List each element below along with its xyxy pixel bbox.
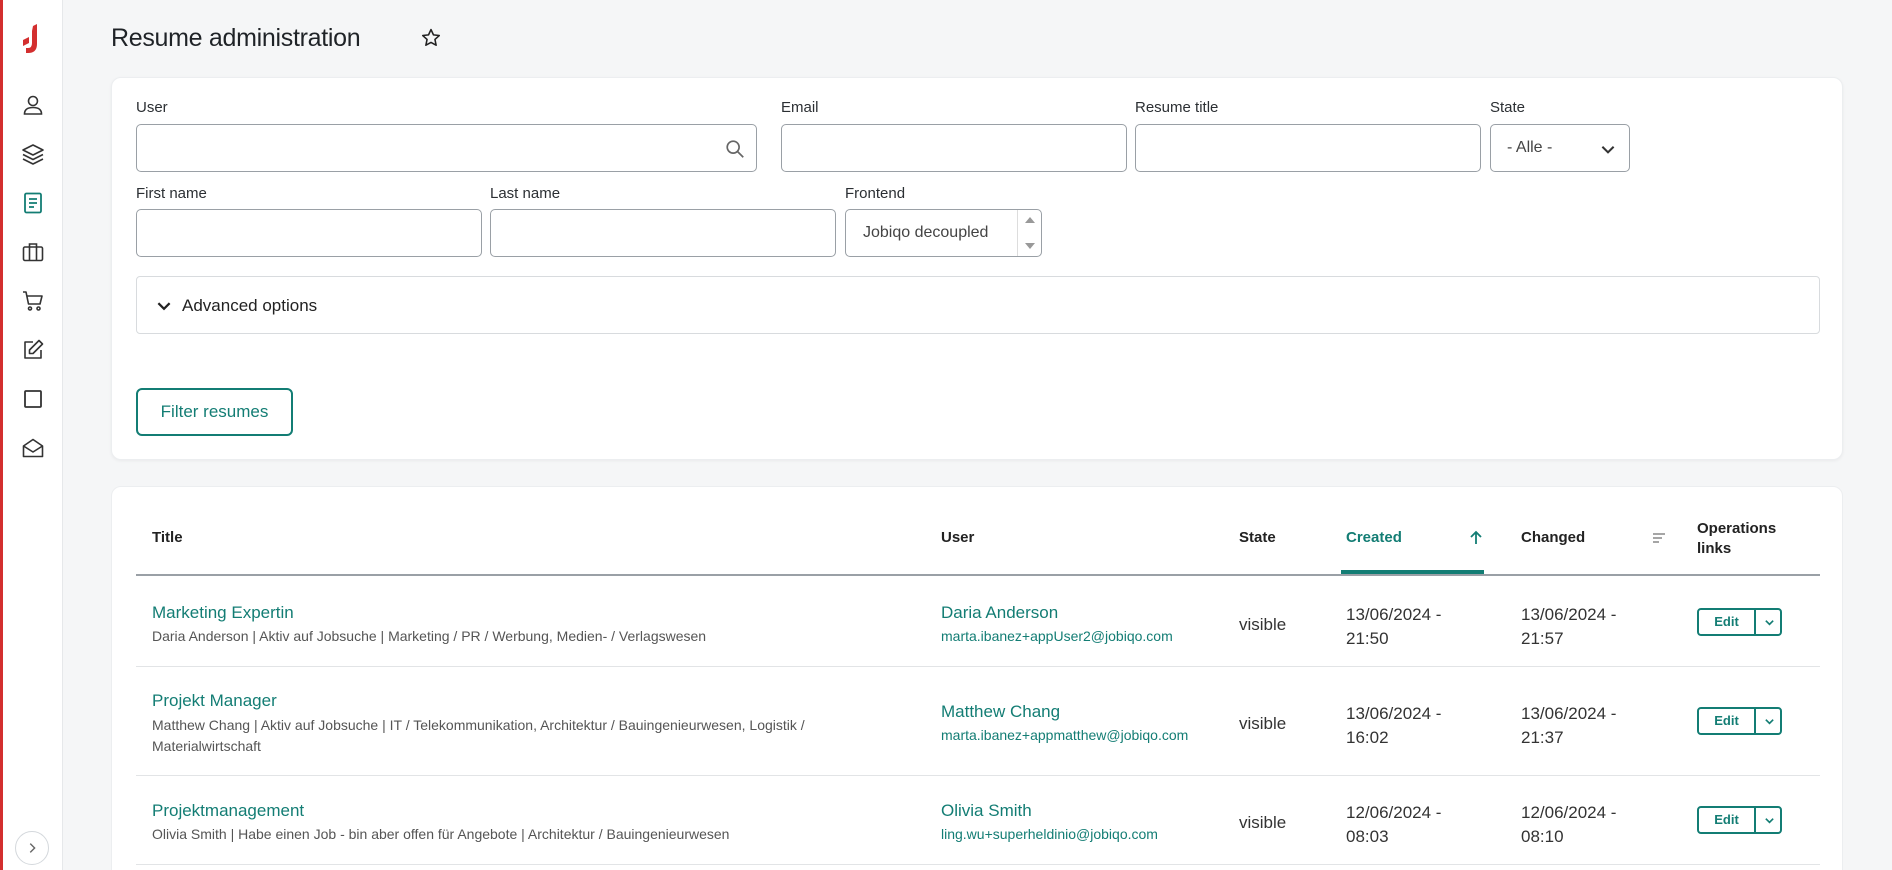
layers-icon[interactable] <box>20 141 46 167</box>
user-icon[interactable] <box>20 92 46 118</box>
sort-icon[interactable] <box>1651 530 1667 546</box>
chevron-down-icon <box>157 302 171 311</box>
user-email-link[interactable]: marta.ibanez+appmatthew@jobiqo.com <box>941 727 1188 743</box>
user-name-link[interactable]: Daria Anderson <box>941 603 1058 623</box>
operations-dropdown-toggle[interactable] <box>1758 610 1780 634</box>
user-filter-label: User <box>136 99 168 116</box>
user-filter-input[interactable] <box>137 125 756 171</box>
chevron-down-icon <box>1601 146 1615 154</box>
created-date: 13/06/2024 - 16:02 <box>1346 704 1442 747</box>
sidebar <box>3 0 63 870</box>
frontend-filter-select[interactable]: Jobiqo decoupled <box>845 209 1042 257</box>
frontend-scroll[interactable] <box>1017 210 1041 256</box>
first-name-filter-input[interactable] <box>137 210 481 256</box>
edit-button[interactable]: Edit <box>1699 808 1756 832</box>
operations-dropdown-toggle[interactable] <box>1758 709 1780 733</box>
email-filter-label: Email <box>781 99 819 116</box>
search-icon <box>726 140 744 158</box>
resume-title-filter-field[interactable] <box>1135 124 1481 172</box>
edit-button[interactable]: Edit <box>1699 610 1756 634</box>
column-changed[interactable]: Changed <box>1521 529 1585 546</box>
state-filter-select[interactable]: - Alle - <box>1490 124 1630 172</box>
operations-split-button: Edit <box>1697 806 1782 834</box>
operations-dropdown-toggle[interactable] <box>1758 808 1780 832</box>
column-operations: Operations links <box>1697 520 1777 557</box>
user-email-link[interactable]: marta.ibanez+appUser2@jobiqo.com <box>941 628 1173 644</box>
column-title: Title <box>152 529 183 546</box>
state-filter-label: State <box>1490 99 1526 116</box>
state-value: visible <box>1239 714 1287 733</box>
email-filter-input[interactable] <box>782 125 1126 171</box>
created-date: 12/06/2024 - 08:03 <box>1346 803 1442 846</box>
resume-title-link[interactable]: Marketing Expertin <box>152 603 294 623</box>
resume-description: Matthew Chang | Aktiv auf Jobsuche | IT … <box>152 717 805 754</box>
page-title: Resume administration <box>111 24 361 52</box>
state-value: visible <box>1239 813 1287 832</box>
operations-split-button: Edit <box>1697 608 1782 636</box>
sidebar-expand-button[interactable] <box>15 831 49 865</box>
column-created[interactable]: Created <box>1346 529 1402 546</box>
active-sort-indicator <box>1341 570 1484 574</box>
table-header: Title User State Created Changed Operati… <box>136 487 1820 576</box>
chevron-down-icon <box>1764 718 1774 725</box>
user-filter-field[interactable] <box>136 124 757 172</box>
advanced-options-label: Advanced options <box>182 296 318 315</box>
user-email-link[interactable]: ling.wu+superheldinio@jobiqo.com <box>941 826 1158 842</box>
page-header: Resume administration <box>64 0 1892 74</box>
email-filter-field[interactable] <box>781 124 1127 172</box>
changed-date: 12/06/2024 - 08:10 <box>1521 803 1617 846</box>
star-icon[interactable] <box>420 27 442 49</box>
mail-open-icon[interactable] <box>20 435 46 461</box>
cart-icon[interactable] <box>20 288 46 314</box>
last-name-filter-field[interactable] <box>490 209 836 257</box>
table-row: Projekt Manager Matthew Chang | Aktiv au… <box>136 667 1820 776</box>
first-name-filter-field[interactable] <box>136 209 482 257</box>
chevron-down-icon <box>1764 619 1774 626</box>
first-name-filter-label: First name <box>136 185 207 202</box>
chevron-right-icon <box>29 843 36 853</box>
state-filter-value: - Alle - <box>1507 139 1553 156</box>
resume-title-filter-label: Resume title <box>1135 99 1219 116</box>
column-state: State <box>1239 529 1276 546</box>
changed-date: 13/06/2024 - 21:37 <box>1521 704 1617 747</box>
operations-split-button: Edit <box>1697 707 1782 735</box>
user-name-link[interactable]: Olivia Smith <box>941 801 1032 821</box>
resume-title-filter-input[interactable] <box>1136 125 1480 171</box>
resume-description: Daria Anderson | Aktiv auf Jobsuche | Ma… <box>152 628 707 644</box>
resume-table: Title User State Created Changed Operati… <box>111 486 1843 870</box>
created-date: 13/06/2024 - 21:50 <box>1346 605 1442 648</box>
edit-button[interactable]: Edit <box>1699 709 1756 733</box>
advanced-options-toggle[interactable]: Advanced options <box>136 276 1820 334</box>
briefcase-icon[interactable] <box>20 239 46 265</box>
resume-description: Olivia Smith | Habe einen Job - bin aber… <box>152 826 730 842</box>
filter-panel: User Email Resume title State - Alle - F… <box>111 77 1843 460</box>
scroll-arrows-icon <box>1025 217 1035 249</box>
table-row: Marketing Expertin Daria Anderson | Akti… <box>136 578 1820 667</box>
resume-title-link[interactable]: Projekt Manager <box>152 691 277 711</box>
frontend-filter-value: Jobiqo decoupled <box>863 224 989 241</box>
state-value: visible <box>1239 615 1287 634</box>
frontend-filter-label: Frontend <box>845 185 906 202</box>
table-row: Projektmanagement Olivia Smith | Habe ei… <box>136 776 1820 865</box>
last-name-filter-input[interactable] <box>491 210 835 256</box>
chevron-down-icon <box>1764 817 1774 824</box>
changed-date: 13/06/2024 - 21:57 <box>1521 605 1617 648</box>
sort-ascending-icon[interactable] <box>1468 530 1484 546</box>
edit-icon[interactable] <box>20 337 46 363</box>
document-icon[interactable] <box>20 190 46 216</box>
column-user: User <box>941 529 975 546</box>
last-name-filter-label: Last name <box>490 185 561 202</box>
filter-resumes-button[interactable]: Filter resumes <box>136 388 293 436</box>
resume-title-link[interactable]: Projektmanagement <box>152 801 304 821</box>
app-logo[interactable] <box>19 22 47 56</box>
square-icon[interactable] <box>20 386 46 412</box>
user-name-link[interactable]: Matthew Chang <box>941 702 1060 722</box>
